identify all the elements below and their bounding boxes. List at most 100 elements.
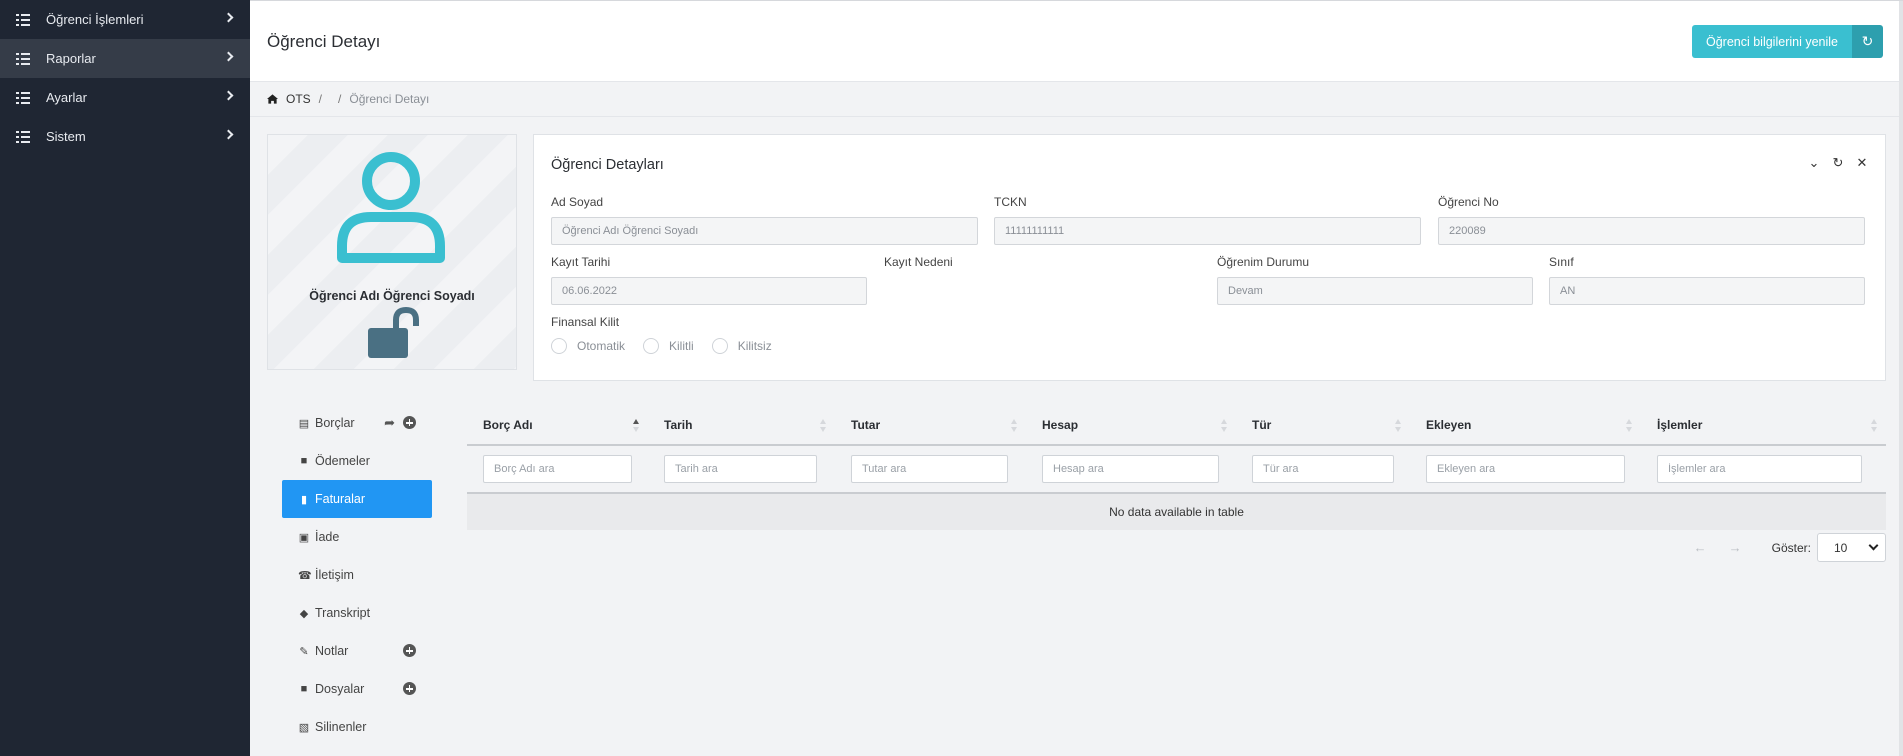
tab-faturalar[interactable]: ▮ Faturalar (282, 480, 432, 518)
trash-icon: ▧ (298, 721, 310, 734)
page-title: Öğrenci Detayı (267, 32, 381, 51)
sort-icon (820, 419, 827, 433)
close-icon[interactable]: ✕ (1855, 155, 1869, 171)
ogrenci-no-field[interactable]: 220089 (1438, 217, 1865, 245)
filter-tur-input[interactable] (1252, 455, 1394, 483)
column-header-tutar[interactable]: Tutar (835, 406, 1026, 444)
column-label: Tür (1252, 418, 1272, 432)
list-icon (16, 52, 30, 65)
column-label: Tutar (851, 418, 881, 432)
list-icon (16, 91, 30, 104)
tab-silinenler[interactable]: ▧ Silinenler (282, 708, 432, 746)
radio-label: Kilitsiz (737, 339, 772, 353)
reload-icon[interactable]: ↻ (1831, 155, 1845, 171)
radio-circle[interactable] (643, 338, 660, 354)
chevron-right-icon (223, 129, 234, 140)
radio-kilitsiz[interactable]: Kilitsiz (711, 338, 772, 354)
column-label: İşlemler (1657, 418, 1703, 432)
tckn-label: TCKN (994, 195, 1027, 209)
card-tools: ⌄ ↻ ✕ (1807, 155, 1869, 171)
invoices-table: Borç Adı Tarih Tutar Hesap Tür Ekleyen İ… (467, 406, 1886, 562)
ad-soyad-label: Ad Soyad (551, 195, 604, 209)
sidebar-item-ogrenci-islemleri[interactable]: Öğrenci İşlemleri (0, 0, 250, 39)
home-icon (267, 94, 278, 104)
filter-hesap-input[interactable] (1042, 455, 1219, 483)
kayit-tarihi-field[interactable]: 06.06.2022 (551, 277, 867, 305)
radio-circle[interactable] (551, 338, 567, 354)
table-filters (467, 446, 1886, 494)
money-return-icon: ▣ (298, 531, 310, 544)
sidebar-item-raporlar[interactable]: Raporlar (0, 39, 250, 78)
tab-odemeler[interactable]: ■ Ödemeler (282, 442, 432, 480)
tab-borclar[interactable]: ▤ Borçlar ➦ (282, 404, 432, 442)
page-size-select[interactable]: 10 (1817, 533, 1886, 562)
sinif-label: Sınıf (1549, 255, 1574, 269)
tab-transkript[interactable]: ◆ Transkript (282, 594, 432, 632)
sort-icon (633, 419, 640, 433)
file-icon: ■ (300, 683, 308, 695)
add-icon[interactable] (403, 416, 416, 429)
finansal-kilit-label: Finansal Kilit (551, 315, 620, 329)
tab-label: Transkript (315, 606, 371, 620)
share-icon[interactable]: ➦ (384, 416, 395, 429)
column-header-tarih[interactable]: Tarih (648, 406, 835, 444)
prev-page-button[interactable]: ← (1694, 540, 1707, 555)
refresh-icon: ↻ (1852, 25, 1883, 58)
chevron-right-icon (223, 51, 234, 62)
column-header-ekleyen[interactable]: Ekleyen (1410, 406, 1641, 444)
ogrenim-durumu-field[interactable]: Devam (1217, 277, 1533, 305)
column-header-islemler[interactable]: İşlemler (1641, 406, 1886, 444)
radio-circle[interactable] (711, 338, 728, 354)
radio-label: Kilitli (669, 339, 694, 353)
tab-dosyalar[interactable]: ■ Dosyalar (282, 670, 432, 708)
tab-label: İade (315, 530, 340, 544)
breadcrumb-root[interactable]: OTS (286, 92, 311, 106)
ogrenim-durumu-label: Öğrenim Durumu (1217, 255, 1310, 269)
receipt-icon: ▮ (300, 493, 308, 506)
filter-ekleyen-input[interactable] (1426, 455, 1625, 483)
sidebar-item-ayarlar[interactable]: Ayarlar (0, 78, 250, 117)
tab-label: Notlar (315, 644, 349, 658)
note-edit-icon: ✎ (299, 645, 309, 658)
scrollbar[interactable] (1899, 1, 1903, 756)
sinif-field[interactable]: AN (1549, 277, 1865, 305)
refresh-student-button[interactable]: Öğrenci bilgilerini yenile ↻ (1691, 25, 1883, 58)
phone-icon: ☎ (298, 569, 312, 582)
tab-label: Borçlar (315, 416, 355, 430)
chevron-down-icon (1868, 540, 1879, 551)
page-size-label: Göster: (1771, 540, 1811, 555)
tab-label: Dosyalar (315, 682, 365, 696)
cash-register-icon: ▤ (298, 417, 310, 430)
profile-card: Öğrenci Adı Öğrenci Soyadı (267, 134, 517, 370)
column-header-hesap[interactable]: Hesap (1026, 406, 1236, 444)
filter-tarih-input[interactable] (664, 455, 817, 483)
column-header-tur[interactable]: Tür (1236, 406, 1410, 444)
tckn-field[interactable]: 11111111111 (994, 217, 1421, 245)
ad-soyad-field[interactable]: Öğrenci Adı Öğrenci Soyadı (551, 217, 978, 245)
sidebar-item-label: Raporlar (46, 51, 96, 66)
sidebar-item-label: Ayarlar (46, 90, 87, 105)
column-label: Hesap (1042, 418, 1079, 432)
tab-iletisim[interactable]: ☎ İletişim (282, 556, 432, 594)
file-icon: ■ (300, 455, 308, 467)
tab-iade[interactable]: ▣ İade (282, 518, 432, 556)
column-header-borc-adi[interactable]: Borç Adı (467, 406, 648, 444)
tab-label: Faturalar (315, 492, 366, 506)
radio-otomatik[interactable]: Otomatik (551, 338, 625, 354)
sort-icon (1626, 419, 1633, 433)
refresh-student-label: Öğrenci bilgilerini yenile (1691, 25, 1852, 58)
ogrenci-no-label: Öğrenci No (1438, 195, 1499, 209)
profile-name: Öğrenci Adı Öğrenci Soyadı (309, 289, 475, 303)
add-icon[interactable] (403, 644, 416, 657)
collapse-icon[interactable]: ⌄ (1807, 155, 1821, 171)
sidebar-item-sistem[interactable]: Sistem (0, 117, 250, 156)
filter-islemler-input[interactable] (1657, 455, 1862, 483)
filter-tutar-input[interactable] (851, 455, 1008, 483)
next-page-button[interactable]: → (1729, 540, 1742, 555)
column-label: Ekleyen (1426, 418, 1472, 432)
filter-borc-adi-input[interactable] (483, 455, 632, 483)
breadcrumb-separator: / (318, 92, 323, 106)
radio-kilitli[interactable]: Kilitli (643, 338, 694, 354)
tab-notlar[interactable]: ✎ Notlar (282, 632, 432, 670)
add-icon[interactable] (403, 682, 416, 695)
